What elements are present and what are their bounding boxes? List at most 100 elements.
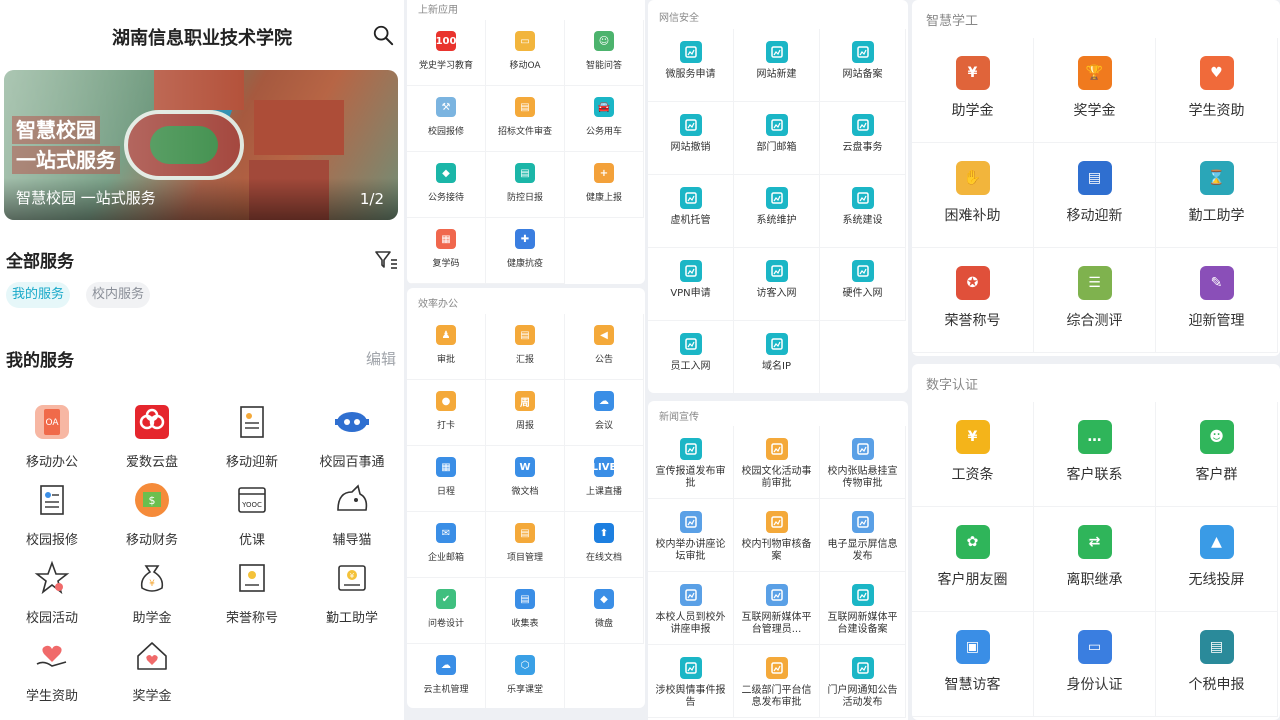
news-service-item[interactable]: 校园文化活动事前审批 bbox=[734, 426, 820, 499]
app-icon: 100 bbox=[436, 31, 456, 51]
digital-auth-item[interactable]: ☻ 客户群 bbox=[1156, 402, 1278, 507]
office-app-item[interactable]: W 微文档 bbox=[486, 446, 565, 512]
security-service-item[interactable]: 网站撤销 bbox=[648, 102, 734, 175]
new-app-item[interactable]: ▤ 防控日报 bbox=[486, 152, 565, 218]
office-app-item[interactable]: ☁ 云主机管理 bbox=[407, 644, 486, 708]
security-service-item[interactable]: 云盘事务 bbox=[820, 102, 906, 175]
banner-carousel[interactable]: 智慧校园 一站式服务 智慧校园 一站式服务 1/2 bbox=[4, 70, 398, 220]
tab-campus-services[interactable]: 校内服务 bbox=[86, 282, 151, 308]
service-label: 系统维护 bbox=[756, 215, 797, 226]
news-service-item[interactable]: 电子显示屏信息发布 bbox=[820, 499, 906, 572]
digital-auth-item[interactable]: ▣ 智慧访客 bbox=[912, 612, 1034, 717]
office-app-item[interactable]: ✉ 企业邮箱 bbox=[407, 512, 486, 578]
new-app-item[interactable]: + 健康上报 bbox=[565, 152, 644, 218]
my-service-item[interactable]: 爱数云盘 bbox=[102, 402, 202, 470]
digital-auth-item[interactable]: ▤ 个税申报 bbox=[1156, 612, 1278, 717]
student-affairs-item[interactable]: ✋ 困难补助 bbox=[912, 143, 1034, 248]
my-service-item[interactable]: OA 移动办公 bbox=[2, 402, 102, 470]
student-affairs-item[interactable]: ✎ 迎新管理 bbox=[1156, 248, 1278, 353]
office-app-item[interactable]: ✔ 问卷设计 bbox=[407, 578, 486, 644]
student-affairs-item[interactable]: 🏆 奖学金 bbox=[1034, 38, 1156, 143]
new-app-item[interactable]: ▤ 招标文件审查 bbox=[486, 86, 565, 152]
digital-auth-item[interactable]: ¥ 工资条 bbox=[912, 402, 1034, 507]
office-app-item[interactable]: 周周报 bbox=[486, 380, 565, 446]
news-service-item[interactable]: 互联网新媒体平台建设备案 bbox=[820, 572, 906, 645]
office-app-item[interactable]: ♟ 审批 bbox=[407, 314, 486, 380]
office-app-item[interactable]: ▦ 日程 bbox=[407, 446, 486, 512]
security-service-item[interactable]: 系统建设 bbox=[820, 175, 906, 248]
new-app-item[interactable]: ◆ 公务接待 bbox=[407, 152, 486, 218]
my-service-item[interactable]: YOOC 优课 bbox=[202, 480, 302, 548]
security-service-item[interactable]: VPN申请 bbox=[648, 248, 734, 321]
student-affairs-screen: 智慧学工 ¥ 助学金 🏆 奖学金 ♥ 学生资助 ✋ 困难补助 ▤ 移动迎新 ⌛ 勤工助学 ✪ 荣誉称号 ☰ 综… bbox=[912, 0, 1280, 720]
office-app-item[interactable]: ◀ 公告 bbox=[565, 314, 644, 380]
service-label: 涉校舆情事件报告 bbox=[655, 685, 726, 708]
security-service-item[interactable]: 硬件入网 bbox=[820, 248, 906, 321]
news-service-item[interactable]: 校内举办讲座论坛审批 bbox=[648, 499, 734, 572]
student-affairs-item[interactable]: ▤ 移动迎新 bbox=[1034, 143, 1156, 248]
office-apps-title: 效率办公 bbox=[418, 299, 458, 310]
security-service-item[interactable]: 域名IP bbox=[734, 321, 820, 393]
my-service-item[interactable]: 校园报修 bbox=[2, 480, 102, 548]
digital-auth-item[interactable]: ▭ 身份认证 bbox=[1034, 612, 1156, 717]
office-app-item[interactable]: ☁ 会议 bbox=[565, 380, 644, 446]
office-app-item[interactable]: ▤ 项目管理 bbox=[486, 512, 565, 578]
new-app-item[interactable]: ▦ 复学码 bbox=[407, 218, 486, 284]
app-label: 日程 bbox=[436, 487, 455, 497]
new-app-item[interactable]: ✚ 健康抗疫 bbox=[486, 218, 565, 284]
my-service-item[interactable]: $ 移动财务 bbox=[102, 480, 202, 548]
page-title: 湖南信息职业技术学院 bbox=[112, 28, 292, 49]
edit-button[interactable]: 编辑 bbox=[366, 348, 396, 369]
student-affairs-item[interactable]: ✪ 荣誉称号 bbox=[912, 248, 1034, 353]
my-service-item[interactable]: 学生资助 bbox=[2, 636, 102, 704]
student-affairs-item[interactable]: ⌛ 勤工助学 bbox=[1156, 143, 1278, 248]
my-service-item[interactable]: ¥ 勤工助学 bbox=[302, 558, 402, 626]
new-app-item[interactable]: ⚒ 校园报修 bbox=[407, 86, 486, 152]
office-app-item[interactable]: ◆ 微盘 bbox=[565, 578, 644, 644]
digital-auth-item[interactable]: … 客户联系 bbox=[1034, 402, 1156, 507]
news-service-item[interactable]: 校内张贴悬挂宣传物审批 bbox=[820, 426, 906, 499]
news-service-item[interactable]: 门户网通知公告活动发布 bbox=[820, 645, 906, 718]
security-service-item[interactable]: 系统维护 bbox=[734, 175, 820, 248]
news-service-item[interactable]: 本校人员到校外讲座申报 bbox=[648, 572, 734, 645]
office-app-item[interactable]: ⬆ 在线文档 bbox=[565, 512, 644, 578]
digital-auth-item[interactable]: ✿ 客户朋友圈 bbox=[912, 507, 1034, 612]
office-app-item[interactable]: ⬡ 乐享课堂 bbox=[486, 644, 565, 708]
security-service-item[interactable]: 访客入网 bbox=[734, 248, 820, 321]
my-service-item[interactable]: ¥ 助学金 bbox=[102, 558, 202, 626]
security-service-item[interactable]: 网站备案 bbox=[820, 29, 906, 102]
tab-my-services[interactable]: 我的服务 bbox=[6, 282, 71, 308]
office-app-item[interactable]: ▤ 收集表 bbox=[486, 578, 565, 644]
security-service-item[interactable]: 虚机托管 bbox=[648, 175, 734, 248]
security-service-item[interactable]: 员工入网 bbox=[648, 321, 734, 393]
my-service-item[interactable]: 移动迎新 bbox=[202, 402, 302, 470]
my-service-item[interactable]: 校园百事通 bbox=[302, 402, 402, 470]
my-service-item[interactable]: 辅导猫 bbox=[302, 480, 402, 548]
digital-auth-item[interactable]: ⇄ 离职继承 bbox=[1034, 507, 1156, 612]
news-service-item[interactable]: 涉校舆情事件报告 bbox=[648, 645, 734, 718]
news-service-item[interactable]: 宣传报道发布审批 bbox=[648, 426, 734, 499]
my-service-item[interactable]: 奖学金 bbox=[102, 636, 202, 704]
news-service-item[interactable]: 二级部门平台信息发布审批 bbox=[734, 645, 820, 718]
my-service-item[interactable]: 荣誉称号 bbox=[202, 558, 302, 626]
new-app-item[interactable]: ☺ 智能问答 bbox=[565, 20, 644, 86]
news-service-item[interactable]: 校内刊物审核备案 bbox=[734, 499, 820, 572]
student-affairs-item[interactable]: ¥ 助学金 bbox=[912, 38, 1034, 143]
office-app-item[interactable]: ▤ 汇报 bbox=[486, 314, 565, 380]
student-affairs-item[interactable]: ☰ 综合测评 bbox=[1034, 248, 1156, 353]
security-service-item[interactable]: 网站新建 bbox=[734, 29, 820, 102]
new-app-item[interactable]: 🚘 公务用车 bbox=[565, 86, 644, 152]
news-service-item[interactable]: 互联网新媒体平台管理员... bbox=[734, 572, 820, 645]
search-icon[interactable] bbox=[372, 24, 394, 46]
new-app-item[interactable]: ▭ 移动OA bbox=[486, 20, 565, 86]
student-affairs-item[interactable]: ♥ 学生资助 bbox=[1156, 38, 1278, 143]
filter-icon[interactable] bbox=[374, 249, 398, 271]
my-service-item[interactable]: 校园活动 bbox=[2, 558, 102, 626]
digital-auth-item[interactable]: ▲ 无线投屏 bbox=[1156, 507, 1278, 612]
security-service-item[interactable]: 部门邮箱 bbox=[734, 102, 820, 175]
new-app-item[interactable]: 100 党史学习教育 bbox=[407, 20, 486, 86]
service-icon bbox=[332, 402, 372, 442]
security-service-item[interactable]: 微服务申请 bbox=[648, 29, 734, 102]
office-app-item[interactable]: ● 打卡 bbox=[407, 380, 486, 446]
office-app-item[interactable]: LIVE 上课直播 bbox=[565, 446, 644, 512]
